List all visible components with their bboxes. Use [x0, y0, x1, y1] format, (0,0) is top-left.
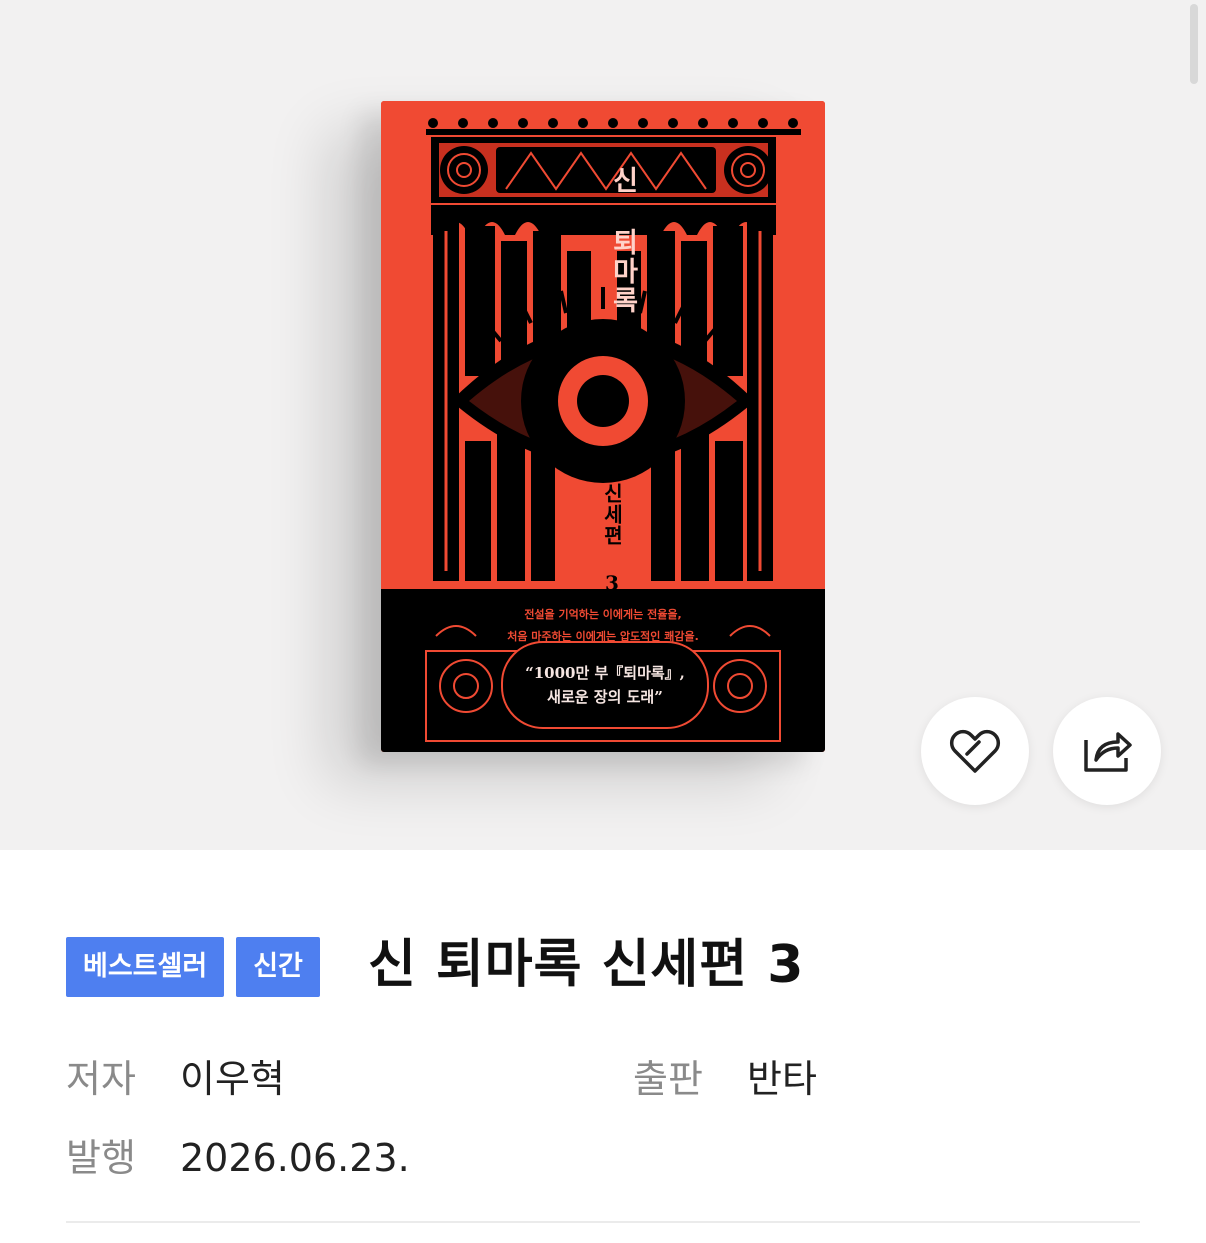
publisher-label: 출판: [633, 1057, 703, 1101]
book-cover-image[interactable]: 신 퇴마록 신세편 3 이우혁 전설을 기억하는 이에게는 전율을, 처음 마주…: [381, 101, 825, 752]
cover-quote-line-1: “1000만 부『퇴마록』,: [525, 664, 685, 682]
author-label: 저자: [66, 1057, 136, 1101]
bestseller-badge: 베스트셀러: [66, 937, 225, 997]
publish-date-value: 2026.06.23.: [180, 1136, 410, 1180]
cover-tagline-1: 전설을 기억하는 이에게는 전율을,: [524, 608, 682, 621]
share-button[interactable]: [1053, 697, 1161, 805]
heart-icon: [949, 729, 1001, 773]
badge-group: 베스트셀러 신간: [66, 937, 320, 997]
cover-subtitle: 신세편 3: [600, 483, 624, 596]
cover-author: 이우혁: [728, 487, 742, 529]
book-title: 신 퇴마록 신세편 3: [368, 935, 805, 995]
like-button[interactable]: [921, 697, 1029, 805]
divider: [66, 1221, 1140, 1223]
cover-title: 신 퇴마록: [607, 166, 638, 315]
share-icon: [1084, 732, 1132, 772]
new-release-badge: 신간: [236, 937, 320, 997]
author-value[interactable]: 이우혁: [180, 1054, 285, 1104]
cover-quote: “1000만 부『퇴마록』, 새로운 장의 도래”: [501, 641, 709, 729]
scrollbar[interactable]: [1190, 4, 1198, 84]
cover-quote-line-2: 새로운 장의 도래”: [547, 688, 663, 706]
publisher-value[interactable]: 반타: [747, 1054, 817, 1104]
publish-date-label: 발행: [66, 1136, 136, 1180]
